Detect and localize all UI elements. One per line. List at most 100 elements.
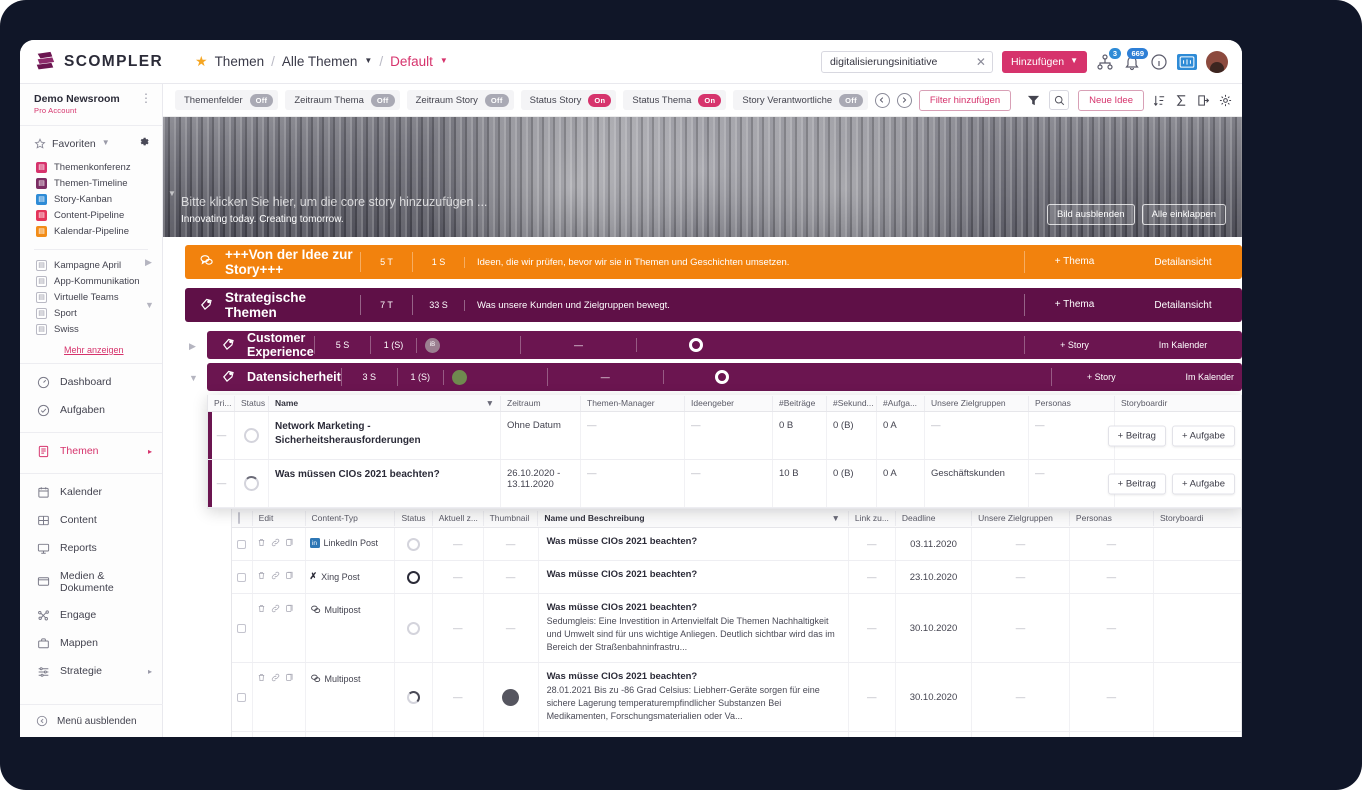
notifications-bell-icon[interactable]: 669 bbox=[1123, 47, 1148, 71]
row-content-type[interactable]: in LinkedIn Post bbox=[304, 528, 395, 560]
content-row[interactable]: in LinkedIn Post — — Was müsse CIOs 2021 bea… bbox=[232, 528, 1241, 561]
topics-col-9[interactable]: Unsere Zielgruppen bbox=[924, 395, 1028, 411]
content-col-4[interactable]: Aktuell z... bbox=[431, 510, 483, 526]
show-more-link[interactable]: Mehr anzeigen bbox=[20, 341, 162, 355]
content-row[interactable]: ✗ Xing Post — — Was müsse CIOs 2021 beachten… bbox=[232, 561, 1241, 594]
select-all-checkbox[interactable] bbox=[238, 511, 240, 524]
topics-col-5[interactable]: Ideengeber bbox=[684, 395, 772, 411]
favorite-item-2[interactable]: ▤ Story-Kanban bbox=[20, 191, 162, 207]
row-name-description[interactable]: Was müsse CIOs 2021 beachten? bbox=[537, 732, 848, 737]
chevron-down-icon-1[interactable]: ▼ bbox=[364, 56, 372, 65]
table-row[interactable]: — Was müssen CIOs 2021 beachten? 26.10.202… bbox=[208, 460, 1241, 508]
favorite-item-1[interactable]: ▤ Themen-Timeline bbox=[20, 175, 162, 191]
filter-chip-state[interactable]: Off bbox=[839, 93, 863, 107]
content-col-0[interactable] bbox=[232, 511, 252, 526]
subband-add-story-button[interactable]: + Story bbox=[1050, 368, 1151, 386]
core-story-placeholder[interactable]: Bitte klicken Sie hier, um die core stor… bbox=[181, 195, 487, 209]
topics-col-11[interactable]: Storyboardir bbox=[1114, 395, 1204, 411]
content-col-10[interactable]: Personas bbox=[1068, 510, 1153, 526]
content-col-6[interactable]: Name und Beschreibung ▼ bbox=[537, 510, 847, 526]
sidebar-item-content[interactable]: Content bbox=[20, 506, 162, 534]
filter-chip-1[interactable]: Zeitraum Thema Off bbox=[285, 90, 400, 110]
row-status[interactable] bbox=[394, 594, 431, 663]
topics-col-6[interactable]: #Beiträge bbox=[772, 395, 826, 411]
row-status[interactable] bbox=[394, 663, 431, 732]
band-row[interactable]: +++Von der Idee zur Story+++ 5 T1 S Ideen,… bbox=[185, 245, 1242, 279]
user-avatar[interactable] bbox=[1206, 50, 1228, 73]
favorites-settings-icon[interactable] bbox=[138, 136, 150, 151]
subband-expand-toggle[interactable]: ▶ bbox=[189, 341, 196, 352]
link-icon[interactable] bbox=[271, 538, 280, 550]
subband-row[interactable]: Datensicherheit 3 S1 (S) — + Story Im Kalend… bbox=[207, 363, 1242, 391]
favorite-board-2[interactable]: ▤ Virtuelle Teams bbox=[20, 289, 162, 305]
content-col-9[interactable]: Unsere Zielgruppen bbox=[971, 510, 1069, 526]
global-search[interactable]: ✕ bbox=[820, 50, 993, 73]
info-icon[interactable] bbox=[1150, 53, 1168, 71]
content-row[interactable]: Präsentation—ccWas müsse CIOs 2021 beach… bbox=[232, 732, 1241, 737]
row-name-description[interactable]: Was müsse CIOs 2021 beachten? 28.01.2021 … bbox=[537, 663, 848, 732]
row-status[interactable] bbox=[394, 732, 431, 737]
account-menu-icon[interactable]: ⋮ bbox=[140, 92, 152, 104]
band-row[interactable]: Strategische Themen 7 T 33 S Was unsere Kun… bbox=[185, 288, 1242, 322]
content-row[interactable]: Multipost — Was müsse CIOs 2021 beachten? 2… bbox=[232, 663, 1241, 733]
subband-add-story-button[interactable]: + Story bbox=[1024, 336, 1124, 354]
hide-image-button[interactable]: Bild ausblenden bbox=[1046, 204, 1135, 225]
table-row[interactable]: — Network Marketing - Sicherheitsherausfo… bbox=[208, 412, 1241, 460]
subband-calendar-link[interactable]: Im Kalender bbox=[1124, 336, 1242, 354]
copy-icon[interactable] bbox=[285, 604, 294, 616]
copy-icon[interactable] bbox=[285, 538, 294, 550]
breadcrumb-root[interactable]: Themen bbox=[215, 54, 265, 69]
sidebar-item-strategie[interactable]: Strategie ▸ bbox=[20, 657, 162, 685]
sidebar-item-dashboard[interactable]: Dashboard bbox=[20, 368, 162, 396]
row-status[interactable] bbox=[394, 528, 431, 560]
row-name-description[interactable]: Was müsse CIOs 2021 beachten? bbox=[537, 528, 848, 560]
row-status[interactable] bbox=[234, 460, 268, 507]
row-name-description[interactable]: Was müsse CIOs 2021 beachten? bbox=[537, 561, 848, 593]
copy-icon[interactable] bbox=[285, 571, 294, 583]
menu-hide-toggle[interactable]: Menü ausblenden bbox=[20, 704, 163, 737]
subband-calendar-link[interactable]: Im Kalender bbox=[1151, 368, 1242, 386]
content-col-3[interactable]: Status bbox=[394, 510, 431, 526]
add-aufgabe-button[interactable]: + Aufgabe bbox=[1171, 473, 1235, 494]
content-col-7[interactable]: Link zu... bbox=[847, 510, 895, 526]
subband-expand-toggle[interactable]: ▼ bbox=[189, 373, 198, 383]
keyboard-shortcut-icon[interactable] bbox=[1177, 53, 1197, 70]
favorite-board-4[interactable]: ▤ Swiss bbox=[20, 321, 162, 337]
sidebar-item-engage[interactable]: Engage bbox=[20, 601, 162, 629]
filter-chip-state[interactable]: Off bbox=[484, 93, 509, 107]
share-icon[interactable]: 3 bbox=[1096, 47, 1121, 71]
favorite-item-3[interactable]: ▤ Content-Pipeline bbox=[20, 207, 162, 223]
sidebar-item-mappen[interactable]: Mappen bbox=[20, 629, 162, 657]
topics-col-4[interactable]: Themen-Manager bbox=[580, 395, 684, 411]
band-add-topic-button[interactable]: + Thema bbox=[1024, 294, 1124, 316]
delete-icon[interactable] bbox=[257, 604, 266, 616]
favorite-board-0[interactable]: ▤ Kampagne April bbox=[20, 257, 162, 273]
row-checkbox[interactable] bbox=[232, 528, 252, 560]
filter-prev-icon[interactable] bbox=[874, 92, 890, 108]
filter-chip-0[interactable]: Themenfelder Off bbox=[175, 90, 279, 110]
favorite-board-3[interactable]: ▤ Sport bbox=[20, 305, 162, 321]
filter-chip-4[interactable]: Status Thema On bbox=[623, 90, 727, 110]
sort-icon[interactable] bbox=[1153, 94, 1166, 107]
thumbnail-image[interactable] bbox=[502, 688, 520, 706]
breadcrumb-level-2[interactable]: Alle Themen bbox=[282, 54, 358, 69]
row-content-type[interactable]: Präsentation bbox=[304, 732, 395, 737]
chevron-down-icon-2[interactable]: ▼ bbox=[440, 56, 448, 65]
add-aufgabe-button[interactable]: + Aufgabe bbox=[1171, 425, 1235, 446]
link-icon[interactable] bbox=[271, 571, 280, 583]
content-col-1[interactable]: Edit bbox=[251, 510, 305, 526]
add-button[interactable]: Hinzufügen ▼ bbox=[1001, 50, 1087, 73]
band-expand-toggle[interactable]: ▼ bbox=[145, 300, 154, 310]
chevron-down-icon-fav[interactable]: ▼ bbox=[102, 138, 110, 147]
row-checkbox[interactable] bbox=[232, 663, 252, 731]
search-icon[interactable] bbox=[1049, 90, 1070, 110]
row-content-type[interactable]: ✗ Xing Post bbox=[304, 561, 395, 593]
settings-icon[interactable] bbox=[1219, 94, 1232, 107]
row-status[interactable] bbox=[234, 412, 268, 459]
content-col-11[interactable]: Storyboardi bbox=[1153, 510, 1241, 526]
hero-collapse-icon[interactable]: ▼ bbox=[168, 189, 176, 198]
sigma-icon[interactable] bbox=[1175, 94, 1188, 107]
row-checkbox[interactable] bbox=[232, 594, 252, 662]
delete-icon[interactable] bbox=[257, 538, 266, 550]
sidebar-item-medien-dokumente[interactable]: Medien & Dokumente bbox=[20, 562, 162, 601]
